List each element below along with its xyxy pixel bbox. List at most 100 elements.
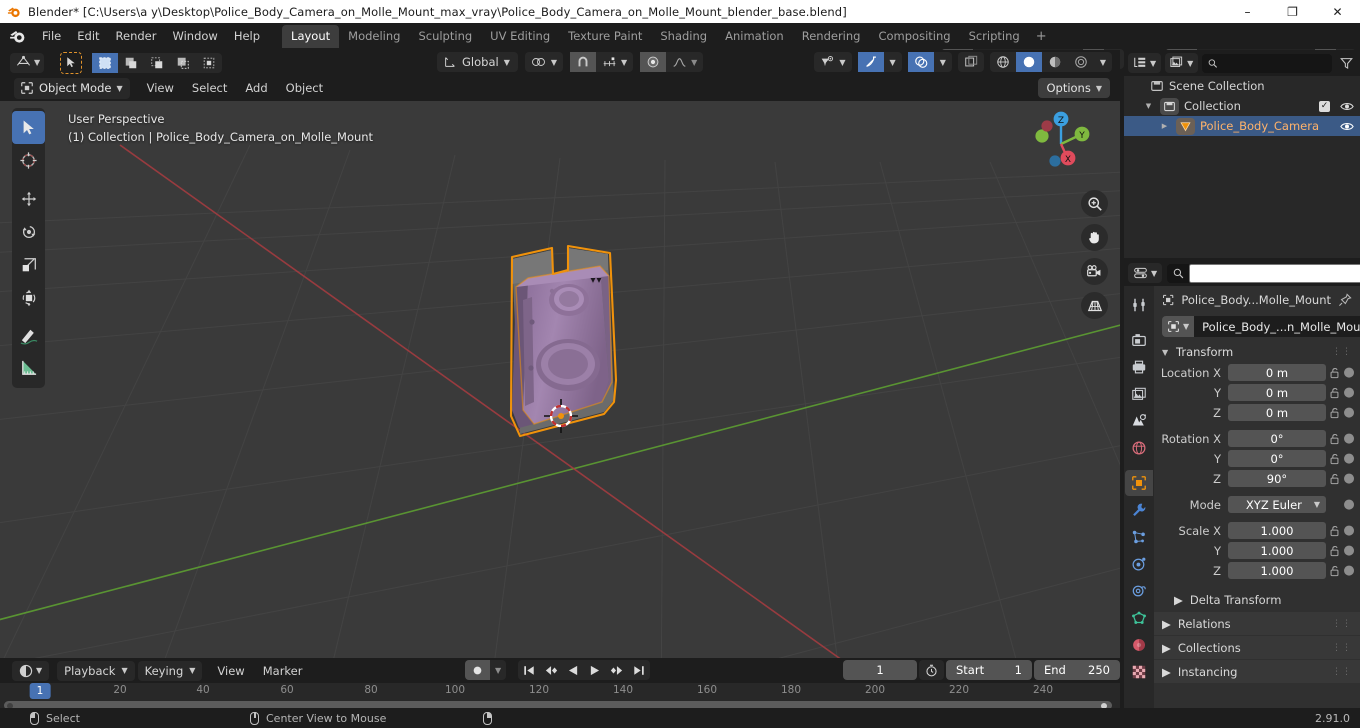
start-frame-field[interactable]: Start 1 [946, 660, 1032, 680]
properties-tab-particles[interactable] [1125, 524, 1153, 550]
tab-modeling[interactable]: Modeling [339, 25, 409, 48]
transform-panel-header[interactable]: ▼ Transform ⋮⋮ [1154, 341, 1360, 363]
outliner-editor-type[interactable]: ▼ [1128, 53, 1161, 73]
timeline-editor-type[interactable]: ▼ [12, 661, 49, 681]
unlock-icon[interactable] [1326, 367, 1342, 379]
interaction-mode-selector[interactable]: Object Mode ▼ [14, 78, 130, 99]
tool-rotate[interactable] [12, 215, 45, 248]
animate-property-dot[interactable]: ● [1342, 543, 1356, 558]
outliner-search[interactable] [1202, 54, 1332, 73]
tab-shading[interactable]: Shading [651, 25, 716, 48]
toggle-orthographic-button[interactable] [1081, 292, 1108, 319]
use-preview-range-button[interactable] [919, 660, 944, 680]
3d-viewport[interactable]: ▼ [0, 50, 1120, 658]
editor-type-selector[interactable]: ▼ [10, 53, 44, 73]
timeline-editor[interactable]: ▼ Playback ▼ Keying ▼ View Marker [0, 658, 1120, 708]
close-button[interactable]: ✕ [1315, 0, 1360, 23]
visibility-selector[interactable]: ▼ [814, 52, 851, 72]
outliner-filter-button[interactable] [1336, 57, 1356, 70]
property-value[interactable]: 0 m [1228, 384, 1326, 401]
tab-uv-editing[interactable]: UV Editing [481, 25, 559, 48]
tab-texture-paint[interactable]: Texture Paint [559, 25, 651, 48]
outliner-row-collection[interactable]: ▼ Collection ✓ [1124, 96, 1360, 116]
playback-popover[interactable]: Playback ▼ [57, 661, 134, 681]
camera-view-button[interactable] [1081, 258, 1108, 285]
property-value[interactable]: 0 m [1228, 404, 1326, 421]
outliner-search-input[interactable] [1223, 57, 1326, 70]
rendered-shading-button[interactable] [1068, 52, 1094, 72]
previous-keyframe-button[interactable] [540, 660, 563, 680]
zoom-view-button[interactable] [1081, 190, 1108, 217]
properties-tab-object[interactable] [1125, 470, 1153, 496]
outliner-row-police-body-camera[interactable]: ▶ Police_Body_Camera [1124, 116, 1360, 136]
show-overlays-toggle[interactable] [908, 52, 934, 72]
play-button[interactable] [584, 660, 605, 680]
eye-icon[interactable] [1340, 121, 1354, 132]
select-set-button[interactable] [92, 53, 118, 73]
viewport-menu-view[interactable]: View [138, 79, 183, 97]
select-difference-button[interactable] [170, 53, 196, 73]
overlays-options-dropdown[interactable]: ▼ [934, 52, 952, 72]
properties-tab-constraints[interactable] [1125, 578, 1153, 604]
animate-property-dot[interactable]: ● [1342, 523, 1356, 538]
animate-property-dot[interactable]: ● [1342, 497, 1356, 512]
property-value[interactable]: 0° [1228, 430, 1326, 447]
rotation-mode-dropdown[interactable]: XYZ Euler ▼ [1228, 496, 1326, 513]
tab-layout[interactable]: Layout [282, 25, 339, 48]
properties-editor-type[interactable]: ▼ [1128, 263, 1162, 283]
blender-menu-icon[interactable] [9, 28, 26, 45]
show-gizmo-toggle[interactable] [858, 52, 884, 72]
next-keyframe-button[interactable] [605, 660, 628, 680]
properties-tab-material[interactable] [1125, 632, 1153, 658]
unlock-icon[interactable] [1326, 387, 1342, 399]
property-value[interactable]: 0 m [1228, 364, 1326, 381]
viewport-menu-add[interactable]: Add [236, 79, 276, 97]
unlock-icon[interactable] [1326, 473, 1342, 485]
material-preview-button[interactable] [1042, 52, 1068, 72]
properties-tab-output[interactable] [1125, 354, 1153, 380]
animate-property-dot[interactable]: ● [1342, 385, 1356, 400]
properties-tab-object-data[interactable] [1125, 605, 1153, 631]
transform-orientation-selector[interactable]: Global ▼ [437, 52, 518, 72]
solid-shading-button[interactable] [1016, 52, 1042, 72]
menu-edit[interactable]: Edit [69, 27, 107, 45]
properties-tab-view-layer[interactable] [1125, 381, 1153, 407]
properties-tab-world[interactable] [1125, 435, 1153, 461]
animate-property-dot[interactable]: ● [1342, 405, 1356, 420]
tab-animation[interactable]: Animation [716, 25, 793, 48]
shading-options-dropdown[interactable]: ▼ [1094, 52, 1112, 72]
select-intersect-button[interactable] [196, 53, 222, 73]
disclosure-triangle[interactable]: ▼ [1142, 102, 1155, 110]
properties-tab-render[interactable] [1125, 327, 1153, 353]
properties-tab-scene[interactable] [1125, 408, 1153, 434]
object-name-field[interactable]: Police_Body_...n_Molle_Mount [1194, 316, 1360, 337]
pan-view-button[interactable] [1081, 224, 1108, 251]
menu-render[interactable]: Render [108, 27, 165, 45]
menu-help[interactable]: Help [226, 27, 268, 45]
timeline-menu-view[interactable]: View [208, 662, 253, 680]
collections-panel[interactable]: ▶ Collections ⋮⋮ [1154, 635, 1360, 659]
unlock-icon[interactable] [1326, 545, 1342, 557]
relations-panel[interactable]: ▶ Relations ⋮⋮ [1154, 611, 1360, 635]
auto-keying-options[interactable]: ▼ [490, 660, 506, 680]
options-dropdown[interactable]: Options ▼ [1038, 78, 1110, 98]
properties-search[interactable] [1167, 264, 1360, 283]
outliner-editor[interactable]: ▼ ▼ [1124, 50, 1360, 258]
toggle-xray-button[interactable] [958, 52, 984, 72]
unlock-icon[interactable] [1326, 433, 1342, 445]
collection-checkbox[interactable]: ✓ [1319, 101, 1330, 112]
properties-editor[interactable]: ▼ [1124, 260, 1360, 710]
animate-property-dot[interactable]: ● [1342, 451, 1356, 466]
tool-tweak[interactable] [12, 111, 45, 144]
select-subtract-button[interactable] [144, 53, 170, 73]
outliner-display-mode[interactable]: ▼ [1165, 53, 1198, 73]
timeline-ruler[interactable]: 20 40 60 80 100 120 140 160 180 200 220 … [0, 683, 1120, 701]
tab-sculpting[interactable]: Sculpting [409, 25, 481, 48]
unlock-icon[interactable] [1326, 565, 1342, 577]
pin-icon[interactable] [1338, 293, 1352, 307]
properties-tab-texture[interactable] [1125, 659, 1153, 685]
maximize-button[interactable]: ❐ [1270, 0, 1315, 23]
current-frame-field[interactable]: 1 [843, 660, 917, 680]
pivot-point-selector[interactable]: ▼ [525, 52, 563, 72]
tool-cursor[interactable] [12, 144, 45, 177]
